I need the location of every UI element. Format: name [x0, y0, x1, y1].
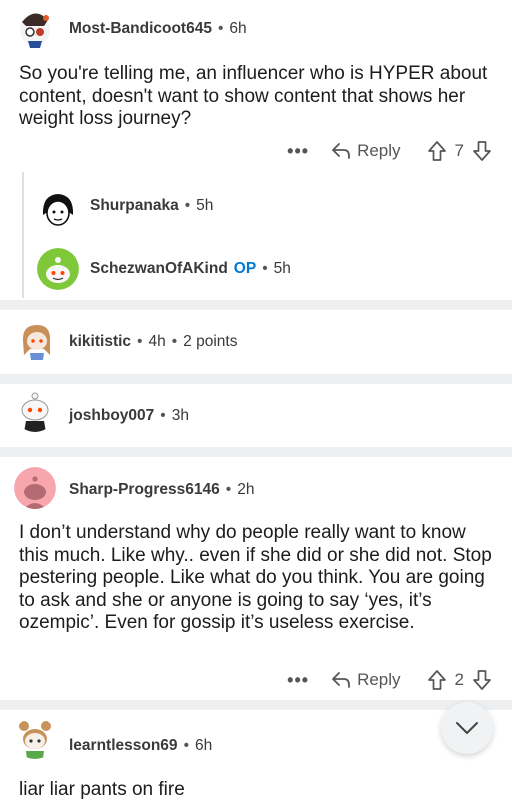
timestamp: 6h	[229, 20, 247, 37]
vote-control: 2	[427, 669, 492, 691]
avatar[interactable]	[37, 189, 79, 231]
avatar[interactable]	[37, 248, 79, 290]
vote-count: 2	[454, 670, 464, 689]
username[interactable]: Most-Bandicoot645	[69, 20, 212, 37]
timestamp: 2h	[237, 481, 255, 498]
username[interactable]: kikitistic	[69, 333, 131, 350]
username[interactable]: joshboy007	[69, 407, 154, 424]
username[interactable]: Sharp-Progress6146	[69, 481, 220, 498]
scroll-down-button[interactable]	[441, 702, 493, 754]
comment-most-bandicoot: Most-Bandicoot645 • 6h So you're telling m…	[0, 0, 512, 300]
comment-meta: SchezwanOfAKind OP • 5h	[90, 260, 291, 278]
downvote-arrow-icon[interactable]	[472, 669, 492, 691]
comment-body: I don’t understand why do people really …	[19, 522, 492, 633]
avatar[interactable]	[14, 8, 56, 50]
comment-actions: ••• Reply 2	[287, 668, 492, 692]
comment-meta: learntlesson69 • 6h	[69, 737, 212, 755]
reply-arrow-icon	[332, 143, 350, 159]
vote-count: 7	[454, 141, 464, 160]
reply-arrow-icon	[332, 672, 350, 688]
username[interactable]: learntlesson69	[69, 737, 178, 754]
avatar[interactable]	[16, 319, 58, 361]
timestamp: 5h	[273, 260, 291, 277]
comment-separator	[0, 700, 512, 710]
avatar[interactable]	[14, 390, 56, 432]
separator-dot: •	[183, 737, 189, 754]
timestamp: 4h	[148, 333, 166, 350]
upvote-arrow-icon[interactable]	[427, 669, 447, 691]
more-options-button[interactable]: •••	[287, 141, 309, 162]
reply-label: Reply	[357, 141, 401, 160]
comment-sharp-progress: Sharp-Progress6146 • 2h I don’t understand…	[0, 457, 512, 700]
comment-separator	[0, 300, 512, 310]
vote-control: 7	[427, 140, 492, 162]
comment-joshboy: joshboy007 • 3h	[0, 384, 512, 447]
comment-meta: Sharp-Progress6146 • 2h	[69, 481, 254, 499]
separator-dot: •	[262, 260, 268, 277]
comment-separator	[0, 447, 512, 457]
avatar[interactable]	[14, 467, 56, 509]
op-badge: OP	[233, 260, 257, 277]
points-count: 2 points	[183, 333, 238, 350]
timestamp: 5h	[196, 197, 214, 214]
reply-button[interactable]: Reply	[331, 670, 401, 690]
separator-dot: •	[137, 333, 143, 350]
reply-button[interactable]: Reply	[331, 141, 401, 161]
upvote-arrow-icon[interactable]	[427, 140, 447, 162]
comment-learntlesson: learntlesson69 • 6h liar liar pants on fir…	[0, 710, 512, 806]
comment-actions: ••• Reply 7	[287, 139, 492, 163]
chevron-down-icon	[456, 722, 478, 734]
timestamp: 6h	[195, 737, 213, 754]
comment-meta: Shurpanaka • 5h	[90, 197, 213, 215]
comment-meta: kikitistic • 4h • 2 points	[69, 333, 237, 351]
reply-label: Reply	[357, 670, 401, 689]
separator-dot: •	[217, 20, 224, 37]
separator-dot: •	[184, 197, 191, 214]
thread-line[interactable]	[22, 172, 24, 298]
downvote-arrow-icon[interactable]	[472, 140, 492, 162]
comment-separator	[0, 374, 512, 384]
separator-dot: •	[225, 481, 232, 498]
separator-dot: •	[160, 407, 166, 424]
comment-body: liar liar pants on fire	[19, 779, 185, 800]
comment-meta: joshboy007 • 3h	[69, 407, 189, 425]
comment-meta: Most-Bandicoot645 • 6h	[69, 20, 247, 38]
timestamp: 3h	[171, 407, 189, 424]
username[interactable]: SchezwanOfAKind	[90, 260, 228, 277]
username[interactable]: Shurpanaka	[90, 197, 179, 214]
comment-kikitistic: kikitistic • 4h • 2 points	[0, 310, 512, 374]
more-options-button[interactable]: •••	[287, 670, 309, 691]
comment-body: So you're telling me, an influencer who …	[19, 63, 488, 129]
avatar[interactable]	[14, 717, 56, 759]
separator-dot: •	[171, 333, 178, 350]
